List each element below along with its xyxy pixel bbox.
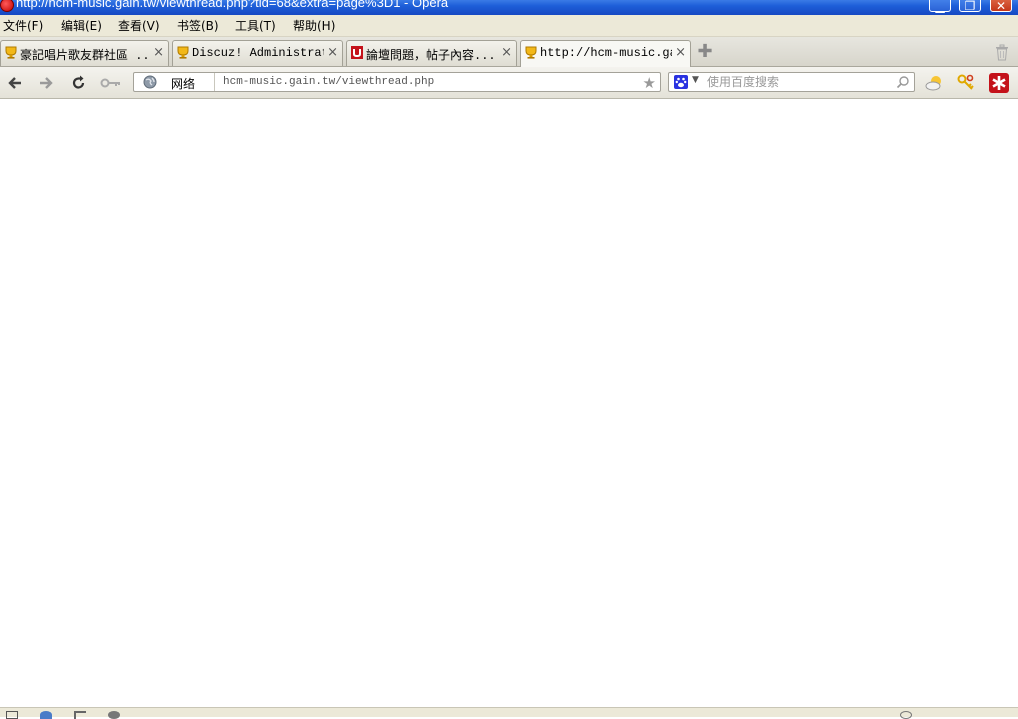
search-icon[interactable]	[896, 75, 910, 89]
weather-cloud-icon[interactable]	[924, 73, 944, 93]
restore-icon[interactable]: ❐	[959, 0, 981, 13]
trophy-icon	[525, 46, 537, 59]
wand-key-icon[interactable]	[100, 74, 122, 92]
red-asterisk-icon[interactable]	[989, 73, 1009, 93]
opera-logo-icon	[0, 0, 14, 12]
tab-label: Discuz! Administrat...	[192, 46, 324, 60]
tab-label: http://hcm-music.ga...	[540, 46, 672, 60]
tab-bar: 豪記唱片歌友群社區 ... × Discuz! Administrat... ×…	[0, 37, 1018, 67]
unite-icon[interactable]	[40, 711, 52, 719]
tab-4[interactable]: http://hcm-music.ga... ×	[520, 40, 691, 67]
page-content[interactable]	[0, 99, 1018, 707]
tab-1[interactable]: 豪記唱片歌友群社區 ... ×	[0, 40, 169, 66]
reload-icon[interactable]	[70, 74, 88, 92]
address-divider	[214, 73, 215, 91]
close-icon[interactable]: ×	[153, 45, 164, 60]
search-box[interactable]: ▼	[668, 72, 915, 92]
new-tab-plus-icon[interactable]: ✚	[697, 43, 713, 61]
tab-label: 論壇問題，帖子內容...	[366, 49, 496, 63]
tab-3[interactable]: 論壇問題，帖子內容... ×	[346, 40, 517, 66]
address-bar[interactable]: 网络 hcm-music.gain.tw/viewthread.php ★	[133, 72, 661, 92]
navigation-bar: 网络 hcm-music.gain.tw/viewthread.php ★ ▼	[0, 67, 1018, 99]
baidu-paw-icon[interactable]	[674, 75, 688, 89]
close-icon[interactable]: ✕	[990, 0, 1012, 13]
title-bar: http://hcm-music.gain.tw/viewthread.php?…	[0, 0, 1018, 15]
globe-icon[interactable]	[143, 75, 157, 89]
menu-view[interactable]: 查看(V)	[118, 17, 160, 34]
menu-bookmarks[interactable]: 书签(B)	[177, 17, 219, 34]
close-icon[interactable]: ×	[675, 45, 686, 60]
trophy-icon	[5, 46, 17, 59]
tab-label: 豪記唱片歌友群社區 ...	[20, 49, 150, 63]
menu-help[interactable]: 帮助(H)	[293, 17, 335, 34]
close-icon[interactable]: ×	[327, 45, 338, 60]
turbo-icon[interactable]	[74, 711, 86, 719]
menu-file[interactable]: 文件(F)	[3, 17, 43, 34]
forward-arrow-icon[interactable]	[37, 74, 55, 92]
back-arrow-icon[interactable]	[6, 74, 24, 92]
minimize-icon[interactable]: ▁	[929, 0, 951, 13]
menu-edit[interactable]: 编辑(E)	[61, 17, 102, 34]
window-title: http://hcm-music.gain.tw/viewthread.php?…	[16, 0, 449, 10]
panel-toggle-icon[interactable]	[6, 711, 18, 719]
trophy-icon	[177, 46, 189, 59]
bookmark-star-icon[interactable]: ★	[643, 74, 656, 92]
address-zone-label: 网络	[171, 77, 196, 91]
close-icon[interactable]: ×	[501, 45, 512, 60]
site-u-icon	[351, 46, 363, 59]
trash-icon[interactable]	[994, 44, 1010, 61]
menu-bar: 文件(F) 编辑(E) 查看(V) 书签(B) 工具(T) 帮助(H)	[0, 15, 1018, 37]
images-icon[interactable]	[108, 711, 120, 719]
tab-2[interactable]: Discuz! Administrat... ×	[172, 40, 343, 66]
chevron-down-icon[interactable]: ▼	[692, 75, 699, 85]
zoom-icon[interactable]	[900, 711, 912, 719]
keys-icon[interactable]	[956, 73, 976, 93]
url-text[interactable]: hcm-music.gain.tw/viewthread.php	[223, 76, 434, 88]
search-input[interactable]	[707, 74, 887, 90]
menu-tools[interactable]: 工具(T)	[235, 17, 276, 34]
